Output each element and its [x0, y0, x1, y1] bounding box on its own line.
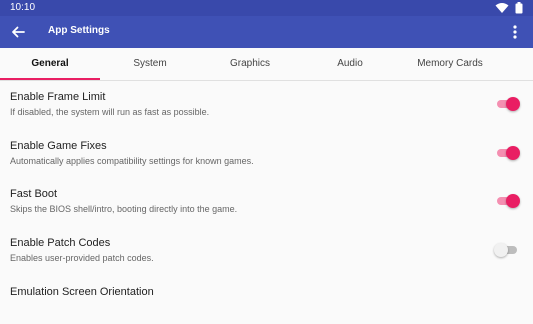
settings-tabs: General System Graphics Audio Memory Car… — [0, 48, 533, 81]
tab-audio[interactable]: Audio — [300, 48, 400, 80]
toggle-thumb — [506, 97, 520, 111]
tab-system-label: System — [133, 58, 167, 69]
toggle-thumb — [506, 146, 520, 160]
back-button[interactable] — [8, 22, 28, 42]
tab-audio-label: Audio — [337, 58, 363, 69]
setting-row-game-fixes[interactable]: Enable Game Fixes Automatically applies … — [0, 130, 533, 178]
tab-partial[interactable]: G — [500, 48, 533, 80]
toggle-thumb — [494, 243, 508, 257]
setting-row-screen-orientation[interactable]: Emulation Screen Orientation — [0, 276, 533, 324]
patch-codes-toggle[interactable] — [494, 243, 520, 257]
setting-row-patch-codes[interactable]: Enable Patch Codes Enables user-provided… — [0, 227, 533, 275]
setting-subtitle: If disabled, the system will run as fast… — [10, 107, 210, 117]
wifi-icon — [495, 3, 509, 13]
tab-graphics[interactable]: Graphics — [200, 48, 300, 80]
game-fixes-toggle[interactable] — [494, 146, 520, 160]
setting-subtitle: Enables user-provided patch codes. — [10, 253, 154, 263]
fast-boot-toggle[interactable] — [494, 194, 520, 208]
tab-general[interactable]: General — [0, 48, 100, 80]
app-title: App Settings — [48, 25, 110, 36]
status-icons — [495, 2, 525, 14]
tab-memory-cards[interactable]: Memory Cards — [400, 48, 500, 80]
setting-subtitle: Automatically applies compatibility sett… — [10, 156, 254, 166]
tab-system[interactable]: System — [100, 48, 200, 80]
status-bar: 10:10 — [0, 0, 533, 16]
setting-row-frame-limit[interactable]: Enable Frame Limit If disabled, the syst… — [0, 81, 533, 129]
setting-row-fast-boot[interactable]: Fast Boot Skips the BIOS shell/intro, bo… — [0, 178, 533, 226]
setting-title: Emulation Screen Orientation — [10, 286, 154, 298]
tab-graphics-label: Graphics — [229, 58, 270, 69]
more-vert-icon — [513, 25, 517, 39]
tab-memory-cards-label: Memory Cards — [417, 58, 483, 69]
setting-title: Enable Game Fixes — [10, 140, 107, 152]
toggle-thumb — [506, 194, 520, 208]
tab-general-label: General — [31, 58, 69, 69]
app-bar: App Settings — [0, 16, 533, 48]
active-tab-indicator — [0, 78, 100, 80]
setting-title: Enable Frame Limit — [10, 91, 106, 103]
setting-subtitle: Skips the BIOS shell/intro, booting dire… — [10, 204, 238, 214]
status-time: 10:10 — [10, 2, 36, 13]
frame-limit-toggle[interactable] — [494, 97, 520, 111]
arrow-back-icon — [12, 26, 25, 38]
overflow-menu-button[interactable] — [505, 22, 525, 42]
battery-icon — [515, 2, 523, 14]
setting-title: Enable Patch Codes — [10, 237, 111, 249]
setting-title: Fast Boot — [10, 188, 58, 200]
